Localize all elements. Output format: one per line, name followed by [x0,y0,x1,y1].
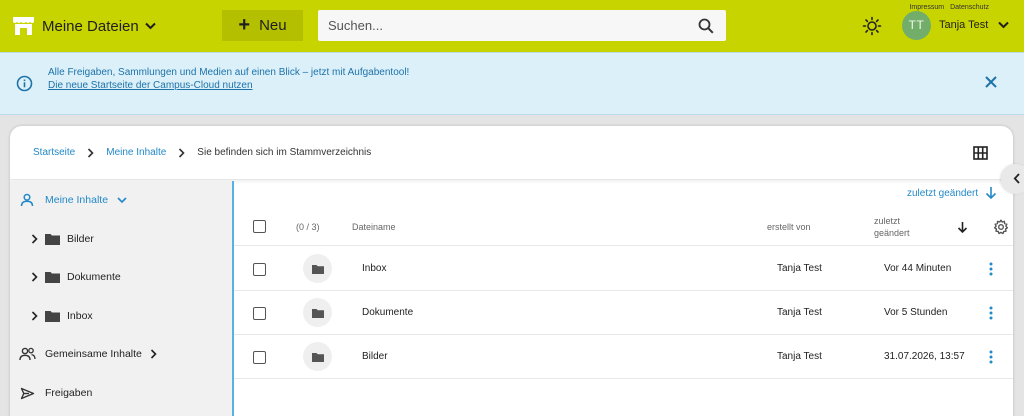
row-checkbox[interactable] [253,307,266,320]
close-icon[interactable] [983,74,999,90]
search-icon[interactable] [686,10,726,41]
file-list: zuletzt geändert (0 / 3) Dateiname erste… [234,181,1013,416]
user-name: Tanja Test [939,19,989,31]
column-header-modified-line1: zuletzt [874,216,901,226]
breadcrumb: Startseite Meine Inhalte Sie befinden si… [33,147,371,158]
arrow-down-icon[interactable] [957,221,968,234]
column-header-modified-line2: geändert [874,228,910,238]
chevron-right-icon [31,311,38,321]
folder-icon [303,254,332,283]
search-input[interactable] [318,10,686,41]
sidebar-item-shares[interactable]: Freigaben [10,381,92,405]
table-header: (0 / 3) Dateiname erstellt von zuletzt g… [234,208,1013,246]
search-box [318,10,726,41]
kebab-menu-icon[interactable] [981,259,1001,279]
arrow-down-icon [986,187,997,200]
breadcrumb-current: Sie befinden sich im Stammverzeichnis [197,147,372,158]
file-creator: Tanja Test [777,263,822,274]
share-icon [20,387,35,400]
sidebar-item-dokumente[interactable]: Dokumente [10,265,121,289]
sort-label: zuletzt geändert [907,187,979,199]
chevron-down-icon [145,22,156,30]
sort-control[interactable]: zuletzt geändert [907,186,997,200]
sidebar-item-shared-content[interactable]: Gemeinsame Inhalte [10,342,157,366]
chevron-down-icon [117,196,127,204]
sidebar-item-label: Freigaben [45,387,93,399]
chevron-right-icon [31,272,38,282]
user-icon [20,193,34,207]
info-icon [16,75,33,92]
chevron-right-icon [31,234,38,244]
avatar: TT [902,10,931,40]
kebab-menu-icon[interactable] [981,347,1001,367]
table-row[interactable]: Dokumente Tanja Test Vor 5 Stunden [234,291,1013,335]
user-menu[interactable]: TT Tanja Test [902,10,1010,40]
group-icon [19,347,36,361]
new-button-label: Neu [259,17,287,34]
row-checkbox[interactable] [253,263,266,276]
sun-icon[interactable] [860,14,884,38]
sidebar: Meine Inhalte Bilder Dokumente Inbox Gem… [10,181,232,416]
brand-menu[interactable]: Meine Dateien [12,12,156,40]
banner-message: Alle Freigaben, Sammlungen und Medien au… [48,67,410,78]
new-button[interactable]: + Neu [222,10,303,41]
column-header-modified[interactable]: zuletzt geändert [874,215,910,239]
sidebar-item-label: Gemeinsame Inhalte [45,348,142,360]
file-name[interactable]: Bilder [362,351,388,362]
chevron-right-icon [150,349,157,359]
breadcrumb-my-content[interactable]: Meine Inhalte [106,147,166,158]
chevron-left-icon [1013,173,1020,184]
file-name[interactable]: Dokumente [362,307,413,318]
folder-icon [45,271,60,283]
folder-icon [45,233,60,245]
chevron-right-icon [178,147,185,158]
banner-link[interactable]: Die neue Startseite der Campus-Cloud nut… [48,79,409,92]
table-row[interactable]: Inbox Tanja Test Vor 44 Minuten [234,247,1013,291]
column-header-name[interactable]: Dateiname [352,222,396,232]
file-creator: Tanja Test [777,307,822,318]
sidebar-item-my-content[interactable]: Meine Inhalte [10,188,127,212]
sidebar-item-bilder[interactable]: Bilder [10,227,94,251]
file-modified: Vor 44 Minuten [884,263,952,274]
chevron-down-icon [998,21,1010,29]
folder-icon [303,342,332,371]
folder-icon [45,310,60,322]
files-panel: Startseite Meine Inhalte Sie befinden si… [10,126,1013,416]
table-row[interactable]: Bilder Tanja Test 31.07.2026, 13:57 [234,335,1013,379]
selection-count: (0 / 3) [296,222,320,232]
file-creator: Tanja Test [777,351,822,362]
info-banner: Alle Freigaben, Sammlungen und Medien au… [0,52,1024,115]
sidebar-item-label: Inbox [67,310,93,322]
select-all-checkbox[interactable] [253,220,266,233]
sidebar-item-label: Meine Inhalte [45,194,109,206]
folder-icon [303,298,332,327]
kebab-menu-icon[interactable] [981,303,1001,323]
plus-icon: + [238,13,251,36]
store-icon [13,17,34,35]
column-header-creator[interactable]: erstellt von [767,222,811,232]
settings-icon[interactable] [993,219,1009,235]
top-header: Meine Dateien + Neu Impressum Datenschut… [0,0,1024,52]
grid-view-icon[interactable] [973,146,988,160]
file-name[interactable]: Inbox [362,263,386,274]
sidebar-item-label: Bilder [67,233,94,245]
file-modified: 31.07.2026, 13:57 [884,351,965,362]
sidebar-item-label: Dokumente [67,271,121,283]
file-modified: Vor 5 Stunden [884,307,948,318]
collapse-panel-button[interactable] [1001,164,1024,194]
sidebar-item-inbox[interactable]: Inbox [10,304,93,328]
brand-label: Meine Dateien [42,17,139,35]
chevron-right-icon [87,147,94,158]
row-checkbox[interactable] [253,351,266,364]
breadcrumb-home[interactable]: Startseite [33,147,75,158]
breadcrumb-bar: Startseite Meine Inhalte Sie befinden si… [10,126,1013,180]
